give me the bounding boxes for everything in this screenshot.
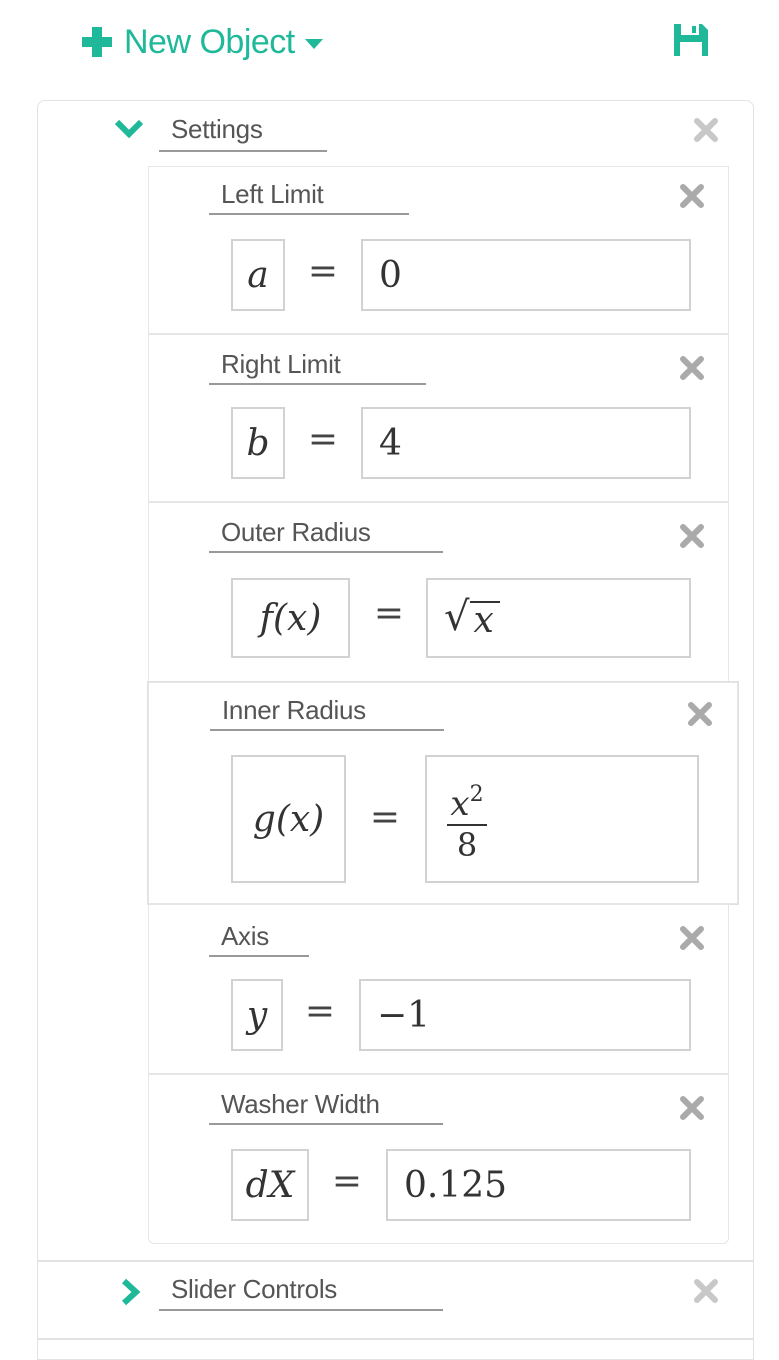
close-icon[interactable] — [679, 1095, 705, 1121]
panel-bottom-divider — [37, 1338, 754, 1340]
field-label: Left Limit — [221, 179, 324, 209]
slider-controls-group-label[interactable]: Slider Controls — [171, 1274, 337, 1305]
label-underline — [210, 729, 444, 731]
save-icon[interactable] — [672, 22, 710, 58]
close-icon[interactable] — [679, 183, 705, 209]
variable-input[interactable]: b — [231, 407, 285, 479]
plus-icon — [82, 27, 112, 57]
fraction-expression: x2 8 — [447, 777, 487, 862]
variable-input[interactable]: y — [231, 979, 283, 1051]
variable-input[interactable]: a — [231, 239, 285, 311]
field-card-right-limit: Right Limit b = 4 — [148, 334, 729, 502]
value-input[interactable]: 4 — [361, 407, 691, 479]
value-input[interactable]: x2 8 — [425, 755, 699, 883]
slider-controls-close-icon[interactable] — [693, 1278, 719, 1304]
close-icon[interactable] — [679, 925, 705, 951]
settings-underline — [159, 150, 327, 152]
field-card-axis: Axis y = −1 — [148, 904, 729, 1074]
variable-input[interactable]: g(x) — [231, 755, 346, 883]
label-underline — [209, 213, 409, 215]
field-card-inner-radius: Inner Radius g(x) = x2 8 — [148, 682, 738, 904]
field-card-outer-radius: Outer Radius f(x) = √ x — [148, 502, 729, 682]
value-input[interactable]: 0 — [361, 239, 691, 311]
new-object-label: New Object — [124, 22, 295, 61]
group-divider — [37, 1260, 754, 1262]
caret-down-icon — [304, 39, 323, 49]
label-underline — [209, 1123, 443, 1125]
close-icon[interactable] — [679, 355, 705, 381]
equals-sign: = — [373, 593, 405, 634]
label-underline — [209, 383, 426, 385]
chevron-down-icon[interactable] — [114, 118, 144, 140]
field-card-left-limit: Left Limit a = 0 — [148, 166, 729, 334]
variable-input[interactable]: f(x) — [231, 578, 350, 658]
label-underline — [209, 551, 443, 553]
radicand: x — [469, 601, 500, 639]
settings-group-label[interactable]: Settings — [171, 114, 263, 145]
field-label: Inner Radius — [222, 695, 366, 725]
label-underline — [209, 955, 309, 957]
numerator: x2 — [450, 781, 484, 824]
field-card-washer-width: Washer Width dX = 0.125 — [148, 1074, 729, 1244]
field-label: Outer Radius — [221, 517, 371, 547]
equals-sign: = — [304, 991, 336, 1032]
variable-input[interactable]: dX — [231, 1149, 309, 1221]
equals-sign: = — [369, 797, 401, 838]
chevron-right-icon[interactable] — [120, 1278, 142, 1306]
field-label: Right Limit — [221, 349, 341, 379]
denominator: 8 — [456, 825, 478, 864]
close-icon[interactable] — [679, 523, 705, 549]
value-input[interactable]: √ x — [426, 578, 691, 658]
radical-sign: √ — [444, 594, 470, 640]
equals-sign: = — [307, 419, 339, 460]
sqrt-expression: √ x — [444, 597, 500, 639]
field-label: Axis — [221, 921, 269, 951]
settings-close-icon[interactable] — [693, 117, 719, 143]
equals-sign: = — [307, 251, 339, 292]
new-object-button[interactable]: New Object — [80, 20, 323, 64]
close-icon[interactable] — [687, 701, 713, 727]
slider-controls-underline — [159, 1309, 443, 1311]
value-input[interactable]: 0.125 — [386, 1149, 691, 1221]
field-label: Washer Width — [221, 1089, 380, 1119]
equals-sign: = — [331, 1161, 363, 1202]
value-input[interactable]: −1 — [359, 979, 691, 1051]
